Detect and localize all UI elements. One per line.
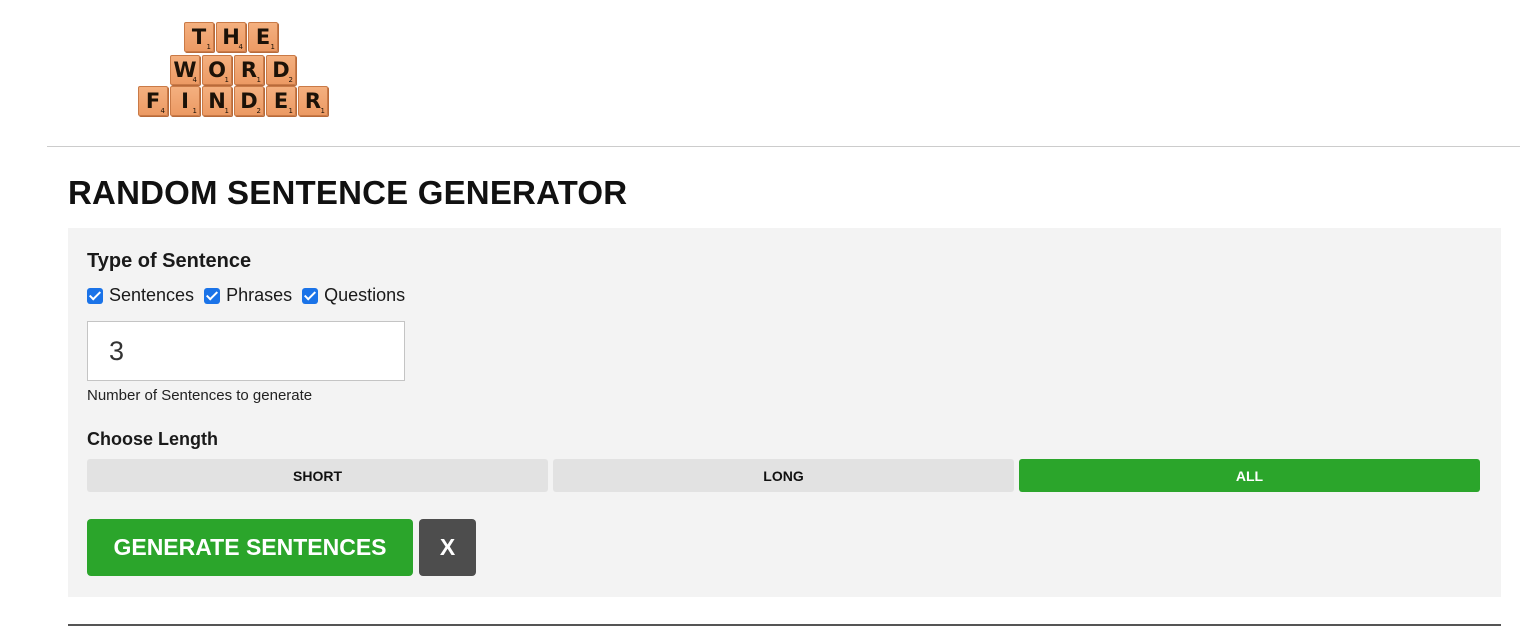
- sentences-checkbox[interactable]: [87, 287, 103, 304]
- length-short-button[interactable]: SHORT: [87, 459, 548, 492]
- page-title: RANDOM SENTENCE GENERATOR: [68, 174, 628, 211]
- generator-panel: Type of Sentence Sentences Phrases Quest…: [68, 228, 1501, 597]
- phrases-option-label: Phrases: [226, 285, 293, 305]
- sentence-count-input[interactable]: [87, 321, 405, 381]
- logo-tile: O1: [202, 55, 232, 85]
- clear-button[interactable]: X: [419, 519, 476, 576]
- questions-option[interactable]: Questions: [302, 285, 405, 306]
- sentence-type-options: Sentences Phrases Questions: [87, 285, 415, 306]
- length-long-button[interactable]: LONG: [553, 459, 1014, 492]
- logo-tile: E1: [266, 86, 296, 116]
- length-label: Choose Length: [87, 429, 218, 449]
- logo-tile: R1: [298, 86, 328, 116]
- footer-divider: [68, 624, 1501, 626]
- phrases-option[interactable]: Phrases: [204, 285, 292, 306]
- sentences-option[interactable]: Sentences: [87, 285, 194, 306]
- logo-row-word: W4 O1 R1 D2: [170, 55, 296, 85]
- logo-tile: E1: [248, 22, 278, 52]
- header-divider: [47, 146, 1520, 147]
- logo-tile: N1: [202, 86, 232, 116]
- sentence-type-label: Type of Sentence: [87, 250, 252, 272]
- length-selector: SHORT LONG ALL: [87, 459, 1480, 492]
- logo-tile: H4: [216, 22, 246, 52]
- logo-row-finder: F4 I1 N1 D2 E1 R1: [138, 86, 328, 116]
- questions-checkbox[interactable]: [302, 287, 319, 304]
- logo-row-the: T1 H4 E1: [184, 22, 278, 52]
- length-all-button[interactable]: ALL: [1019, 459, 1480, 492]
- logo-tile: I1: [170, 86, 200, 116]
- sentence-count-hint: Number of Sentences to generate: [87, 387, 313, 404]
- generate-sentences-button[interactable]: GENERATE SENTENCES: [87, 519, 413, 576]
- logo-tile: D2: [266, 55, 296, 85]
- logo-tile: T1: [184, 22, 214, 52]
- logo-tile: W4: [170, 55, 200, 85]
- logo-tile: D2: [234, 86, 264, 116]
- questions-option-label: Questions: [324, 285, 406, 305]
- site-logo[interactable]: T1 H4 E1 W4 O1 R1 D2 F4 I1 N1 D2 E1 R1: [138, 22, 330, 118]
- logo-tile: F4: [138, 86, 168, 116]
- logo-tile: R1: [234, 55, 264, 85]
- sentences-option-label: Sentences: [109, 285, 195, 305]
- phrases-checkbox[interactable]: [204, 287, 221, 304]
